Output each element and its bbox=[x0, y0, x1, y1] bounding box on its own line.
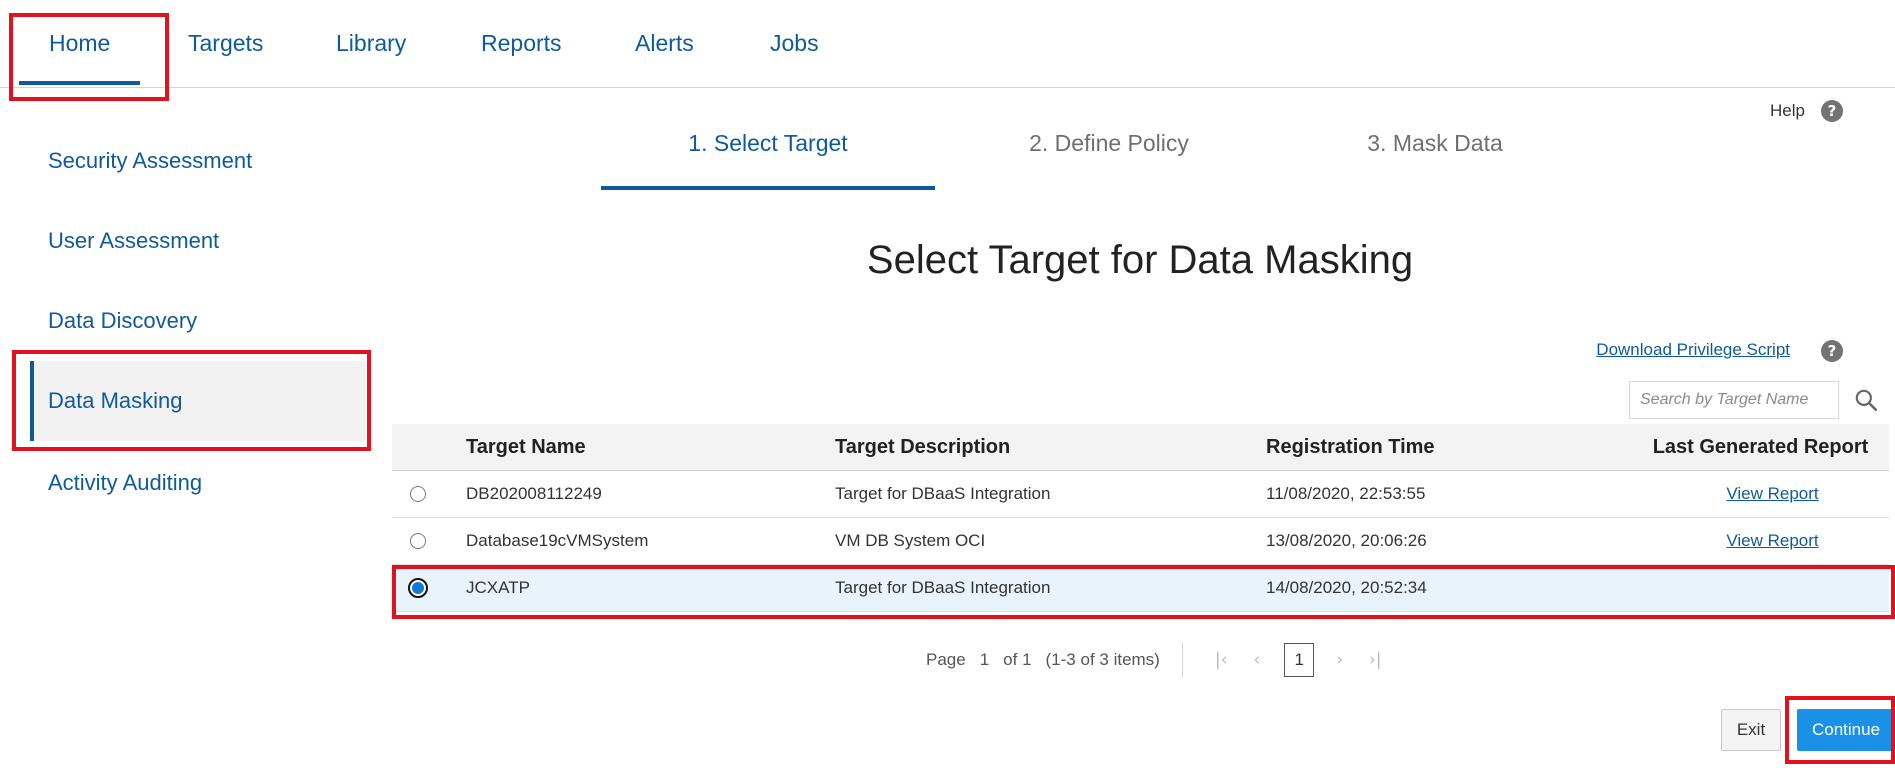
column-header-registration-time[interactable]: Registration Time bbox=[1266, 424, 1435, 470]
column-header-target-description[interactable]: Target Description bbox=[835, 424, 1010, 470]
help[interactable]: Help ? bbox=[1770, 100, 1843, 122]
registration-time-cell: 14/08/2020, 20:52:34 bbox=[1266, 578, 1427, 597]
question-circle-icon[interactable]: ? bbox=[1821, 100, 1843, 122]
help-label[interactable]: Help bbox=[1770, 101, 1805, 121]
search-input[interactable] bbox=[1629, 381, 1839, 419]
sidebar-item-label: User Assessment bbox=[48, 228, 220, 253]
column-header-target-name[interactable]: Target Name bbox=[466, 424, 586, 470]
step-define-policy[interactable]: 2. Define Policy bbox=[942, 130, 1276, 157]
targets-table: Target Name Target Description Registrat… bbox=[392, 424, 1889, 612]
active-step-indicator bbox=[601, 186, 935, 190]
radio-button[interactable] bbox=[410, 533, 426, 549]
target-description-cell: Target for DBaaS Integration bbox=[835, 484, 1051, 503]
sidebar-item-data-discovery[interactable]: Data Discovery bbox=[30, 281, 365, 361]
next-page-icon[interactable]: › bbox=[1336, 650, 1343, 670]
nav-library[interactable]: Library bbox=[336, 30, 406, 57]
table-row-selected[interactable]: JCXATP Target for DBaaS Integration 14/0… bbox=[392, 565, 1889, 612]
previous-page-icon[interactable]: ‹ bbox=[1253, 650, 1260, 670]
nav-jobs[interactable]: Jobs bbox=[770, 30, 819, 57]
target-name-cell: DB202008112249 bbox=[466, 484, 602, 503]
step-mask-data[interactable]: 3. Mask Data bbox=[1268, 130, 1602, 157]
search-icon[interactable] bbox=[1853, 387, 1879, 413]
total-pages: of 1 bbox=[1003, 650, 1032, 669]
first-page-icon[interactable]: |‹ bbox=[1215, 650, 1228, 670]
registration-time-cell: 13/08/2020, 20:06:26 bbox=[1266, 531, 1427, 550]
sidebar-item-user-assessment[interactable]: User Assessment bbox=[30, 201, 365, 281]
sidebar-item-label: Data Masking bbox=[48, 388, 183, 413]
current-page: 1 bbox=[979, 650, 990, 669]
page-label: Page bbox=[926, 650, 966, 669]
registration-time-cell: 11/08/2020, 22:53:55 bbox=[1266, 484, 1426, 503]
target-description-cell: Target for DBaaS Integration bbox=[835, 578, 1051, 597]
page-title: Select Target for Data Masking bbox=[866, 238, 1414, 282]
sidebar-item-data-masking[interactable]: Data Masking bbox=[30, 361, 365, 441]
column-header-last-generated-report[interactable]: Last Generated Report bbox=[1632, 424, 1889, 470]
step-select-target[interactable]: 1. Select Target bbox=[601, 130, 935, 157]
radio-button-checked[interactable] bbox=[408, 578, 428, 598]
sidebar-item-security-assessment[interactable]: Security Assessment bbox=[30, 121, 365, 201]
top-navigation: Home Targets Library Reports Alerts Jobs bbox=[0, 0, 1895, 88]
row-select-radio[interactable] bbox=[410, 471, 426, 517]
nav-targets[interactable]: Targets bbox=[188, 30, 263, 57]
table-row[interactable]: Database19cVMSystem VM DB System OCI 13/… bbox=[392, 518, 1889, 565]
pagination: Page 1 of 1 (1-3 of 3 items) |‹ ‹ 1 › ›| bbox=[926, 643, 1396, 677]
page-number-button[interactable]: 1 bbox=[1284, 643, 1315, 677]
report-cell bbox=[1656, 565, 1889, 611]
row-select-radio[interactable] bbox=[410, 518, 426, 564]
row-select-radio[interactable] bbox=[408, 565, 428, 611]
nav-alerts[interactable]: Alerts bbox=[635, 30, 694, 57]
target-name-cell: JCXATP bbox=[466, 578, 530, 597]
sidebar-item-label: Data Discovery bbox=[48, 308, 198, 333]
sidebar-item-label: Activity Auditing bbox=[48, 470, 203, 495]
table-header: Target Name Target Description Registrat… bbox=[392, 424, 1889, 471]
exit-button[interactable]: Exit bbox=[1721, 709, 1781, 751]
view-report-link[interactable]: View Report bbox=[1726, 531, 1818, 551]
pagination-divider bbox=[1181, 643, 1183, 677]
question-circle-icon[interactable]: ? bbox=[1821, 340, 1843, 362]
target-name-cell: Database19cVMSystem bbox=[466, 531, 649, 550]
table-row[interactable]: DB202008112249 Target for DBaaS Integrat… bbox=[392, 471, 1889, 518]
sidebar-item-label: Security Assessment bbox=[48, 148, 253, 173]
continue-button[interactable]: Continue bbox=[1797, 709, 1895, 751]
nav-home[interactable]: Home bbox=[18, 30, 141, 85]
report-cell: View Report bbox=[1656, 518, 1889, 564]
sidebar-item-activity-auditing[interactable]: Activity Auditing bbox=[30, 443, 365, 523]
nav-reports[interactable]: Reports bbox=[481, 30, 562, 57]
last-page-icon[interactable]: ›| bbox=[1369, 650, 1382, 670]
radio-button[interactable] bbox=[410, 486, 426, 502]
target-description-cell: VM DB System OCI bbox=[835, 531, 986, 550]
view-report-link[interactable]: View Report bbox=[1726, 484, 1818, 504]
download-privilege-script-link[interactable]: Download Privilege Script bbox=[1596, 340, 1790, 360]
report-cell: View Report bbox=[1656, 471, 1889, 517]
items-count: (1-3 of 3 items) bbox=[1045, 650, 1160, 669]
